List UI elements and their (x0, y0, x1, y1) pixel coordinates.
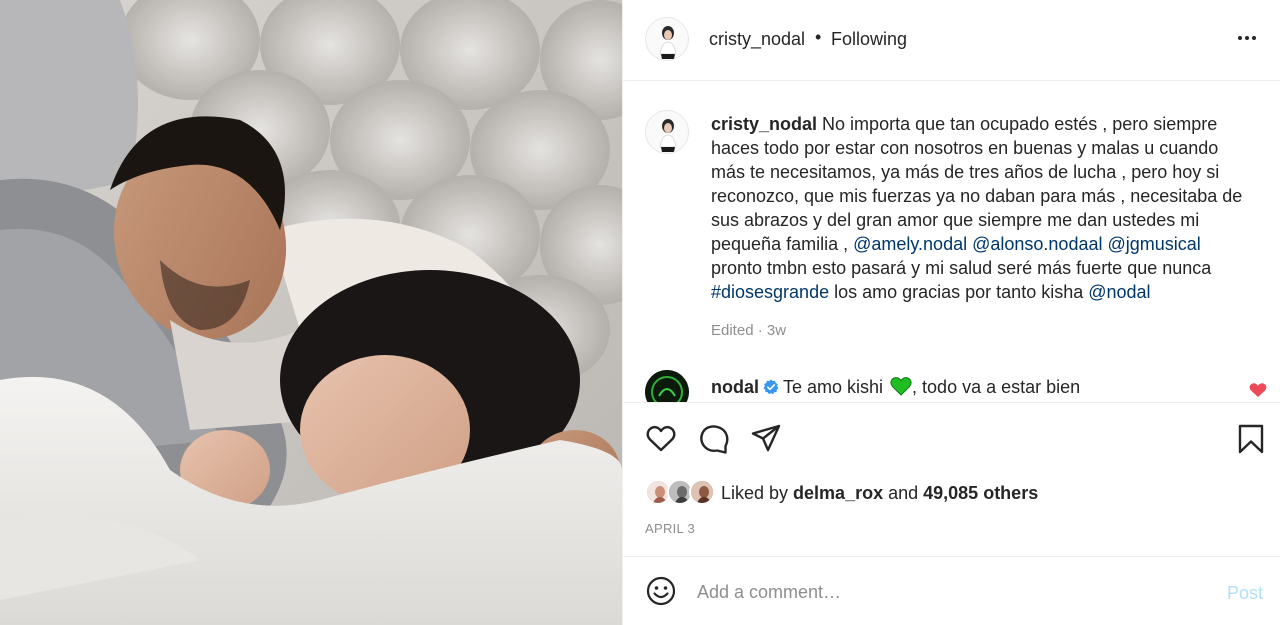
caption-author-avatar[interactable] (645, 110, 689, 154)
liker-avatars[interactable] (645, 479, 717, 507)
caption-edited-time: Edited · 3w (711, 322, 787, 339)
emoji-icon[interactable] (645, 575, 677, 607)
reply-author-avatar[interactable] (645, 370, 689, 402)
caption-text: los amo gracias por tanto kisha (829, 282, 1089, 302)
post-photo-illustration (0, 0, 622, 625)
avatar-image (646, 18, 688, 60)
dot (1238, 36, 1242, 40)
following-button[interactable]: Following (831, 29, 907, 50)
avatar-image (646, 111, 688, 153)
mention-link[interactable]: @nodal (1088, 282, 1150, 302)
likes-middle: and (883, 483, 924, 503)
comments-section: cristy_nodal No importa que tan ocupado … (623, 82, 1280, 402)
comment-icon[interactable] (698, 423, 730, 455)
post-actions: Liked by delma_rox and 49,085 others APR… (623, 402, 1280, 552)
avatar-image (645, 370, 689, 402)
post-comment-button[interactable]: Post (1227, 583, 1263, 604)
dot (1252, 36, 1256, 40)
post-date[interactable]: APRIL 3 (645, 521, 695, 536)
likes-count[interactable]: 49,085 others (923, 483, 1038, 503)
post-caption: cristy_nodal No importa que tan ocupado … (711, 112, 1251, 304)
header-separator: • (815, 27, 822, 47)
likes-summary: Liked by delma_rox and 49,085 others (721, 483, 1038, 504)
liker-avatar (689, 479, 715, 505)
caption-text: pronto tmbn esto pasará y mi salud seré … (711, 258, 1212, 278)
reply-comment: nodal Te amo kishi , todo va a estar bie… (711, 375, 1080, 399)
mention-link[interactable]: @amely.nodal (853, 234, 967, 254)
caption-text: No importa que tan ocupado estés , pero … (711, 114, 1243, 254)
dot (1245, 36, 1249, 40)
heart-icon[interactable] (645, 423, 677, 455)
reply-text: Te amo kishi (783, 377, 889, 397)
reply-username[interactable]: nodal (711, 377, 759, 397)
paper-plane-icon[interactable] (750, 423, 782, 455)
liker-username[interactable]: delma_rox (793, 483, 883, 503)
post-photo (0, 0, 622, 625)
post-header: cristy_nodal • Following (623, 0, 1280, 81)
green-heart-icon (890, 377, 912, 396)
caption-username[interactable]: cristy_nodal (711, 114, 817, 134)
comment-input[interactable] (697, 579, 1197, 605)
author-avatar[interactable] (645, 17, 689, 61)
hashtag-link[interactable]: #diosesgrande (711, 282, 829, 302)
reply-text: , todo va a estar bien (912, 377, 1081, 397)
verified-badge-icon (763, 379, 779, 395)
mention-link[interactable]: @jgmusical (1108, 234, 1201, 254)
mention-link[interactable]: @alonso.nodaal (972, 234, 1102, 254)
avatar-image (691, 481, 713, 503)
likes-prefix: Liked by (721, 483, 794, 503)
more-options-icon[interactable] (1235, 26, 1259, 50)
comment-like-heart-icon[interactable] (1249, 382, 1267, 398)
post-details-panel: cristy_nodal • Following cristy_nodal No… (622, 0, 1280, 625)
bookmark-icon[interactable] (1235, 423, 1267, 455)
add-comment-bar: Post (623, 556, 1280, 625)
author-username[interactable]: cristy_nodal (709, 29, 805, 50)
